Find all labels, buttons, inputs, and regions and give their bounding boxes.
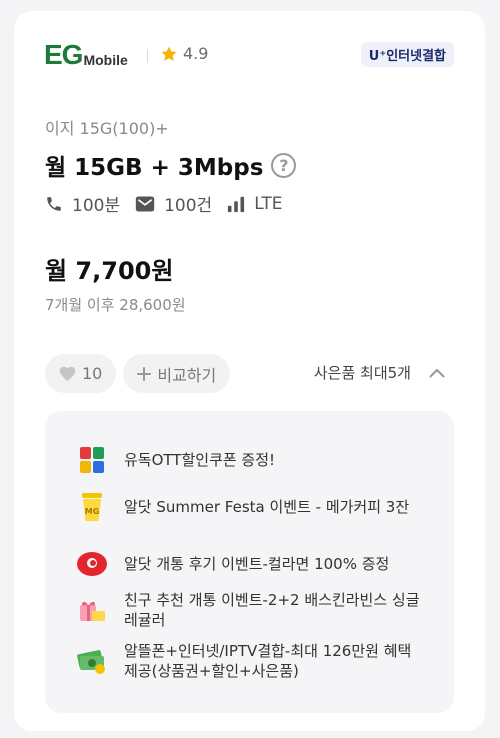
monthly-price: 월 7,700원	[45, 257, 174, 285]
like-count: 10	[82, 364, 103, 383]
spec-voice-label: 100분	[72, 196, 121, 216]
logo-main-text: EG	[44, 39, 83, 70]
spec-network: LTE	[227, 194, 282, 214]
plan-title-text: 월 15GB + 3Mbps	[45, 155, 264, 181]
card-actions: 10 비교하기	[45, 354, 231, 393]
header-divider	[147, 49, 148, 63]
eg-mobile-logo: EG Mobile	[44, 39, 128, 70]
gift-text: 알닷 개통 후기 이벤트-컬라면 100% 증정	[124, 555, 390, 573]
compare-button[interactable]: 비교하기	[123, 354, 231, 393]
gift-text: 알닷 Summer Festa 이벤트 - 메가커피 3잔	[124, 498, 410, 516]
price-after-promo: 7개월 이후 28,600원	[45, 296, 186, 314]
plan-title: 월 15GB + 3Mbps ?	[45, 148, 297, 182]
spec-voice: 100분	[45, 191, 120, 216]
gift-text: 알뜰폰+인터넷/IPTV결합-최대 126만원 혜택 제공(상품권+할인+사은품…	[124, 642, 412, 680]
gifts-toggle[interactable]: 사은품 최대5개	[314, 362, 445, 383]
plan-card[interactable]: EG Mobile 4.9 U⁺인터넷결합 이지 15G(100)+ 월 15G…	[14, 11, 485, 731]
phone-icon	[47, 196, 61, 211]
gift-text: 유독OTT할인쿠폰 증정!	[124, 451, 276, 469]
money-icon	[76, 645, 108, 677]
rating-value: 4.9	[183, 44, 209, 63]
plus-icon	[137, 366, 152, 381]
gift-item: 알뜰폰+인터넷/IPTV결합-최대 126만원 혜택 제공(상품권+할인+사은품…	[76, 641, 426, 681]
star-icon	[161, 46, 177, 61]
internet-bundle-badge: U⁺인터넷결합	[360, 42, 454, 67]
red-circle-icon	[76, 548, 108, 580]
gift-item: 알닷 개통 후기 이벤트-컬라면 100% 증정	[76, 548, 426, 580]
gifts-panel: 유독OTT할인쿠폰 증정! MG 알닷 Summer Festa 이벤트 - 메…	[45, 411, 454, 713]
plan-name: 이지 15G(100)+	[45, 119, 169, 138]
coffee-cup-icon: MG	[76, 491, 108, 523]
spec-message: 100건	[135, 191, 212, 216]
yudok-ott-icon	[76, 444, 108, 476]
chevron-up-icon	[429, 368, 445, 377]
gift-item: MG 알닷 Summer Festa 이벤트 - 메가커피 3잔	[76, 491, 426, 523]
spec-network-label: LTE	[254, 193, 283, 214]
gift-box-icon	[76, 594, 108, 626]
svg-text:MG: MG	[85, 507, 100, 516]
compare-label: 비교하기	[157, 365, 217, 385]
gift-item: 유독OTT할인쿠폰 증정!	[76, 444, 426, 476]
gifts-toggle-label: 사은품 최대5개	[313, 364, 411, 382]
gift-text: 친구 추천 개통 이벤트-2+2 배스킨라빈스 싱글레귤러	[124, 591, 420, 629]
gift-item: 친구 추천 개통 이벤트-2+2 배스킨라빈스 싱글레귤러	[76, 590, 426, 630]
spec-message-label: 100건	[164, 196, 213, 216]
help-icon[interactable]: ?	[271, 152, 297, 178]
heart-icon	[59, 366, 76, 381]
plan-specs: 100분 100건 LTE	[45, 191, 297, 216]
signal-icon	[228, 196, 245, 212]
like-button[interactable]: 10	[45, 354, 117, 393]
message-icon	[135, 196, 155, 211]
logo-sub-text: Mobile	[83, 52, 128, 68]
rating: 4.9	[160, 44, 208, 63]
